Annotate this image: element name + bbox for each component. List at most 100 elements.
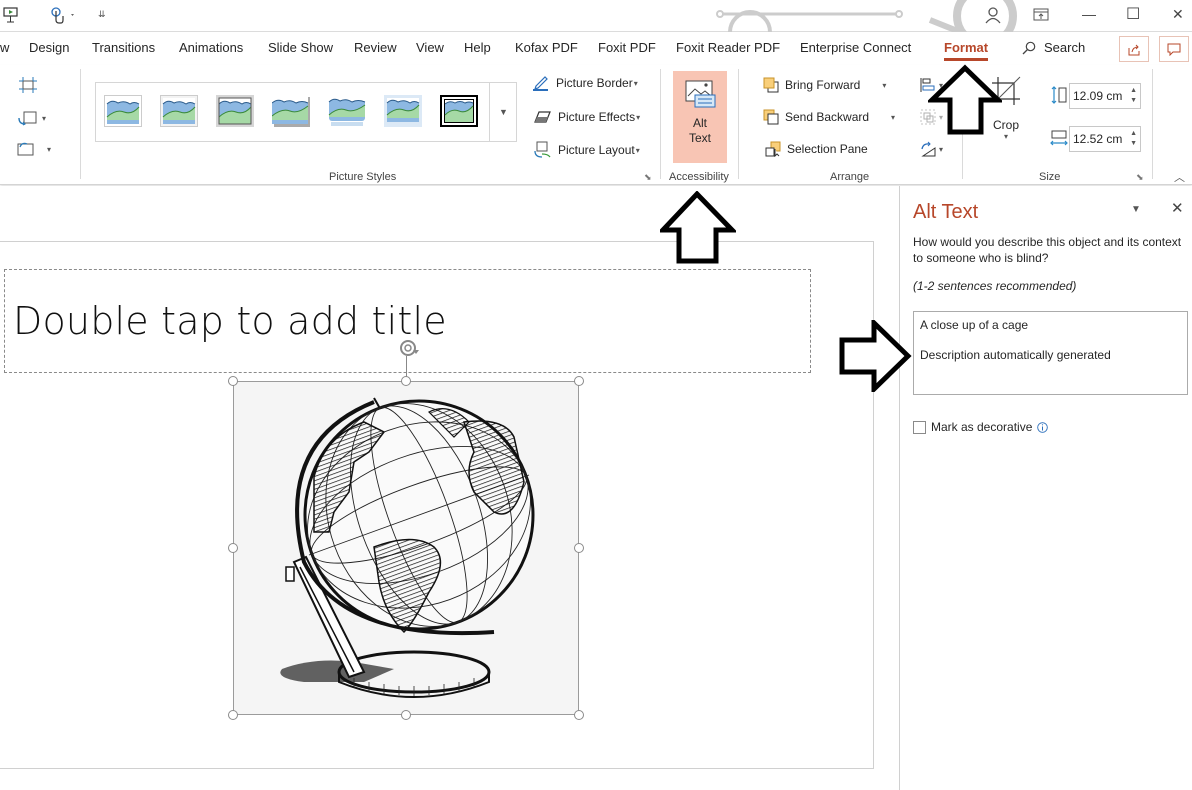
picture-style-3[interactable] xyxy=(216,95,254,127)
picture-effects-label: Picture Effects xyxy=(558,110,636,124)
globe-picture[interactable] xyxy=(233,381,579,715)
picture-border-label: Picture Border xyxy=(556,76,633,90)
resize-handle-top-left[interactable] xyxy=(228,376,238,386)
alt-text-value-line1: A close up of a cage xyxy=(920,318,1029,332)
change-picture-button[interactable]: ▾ xyxy=(18,110,46,126)
alt-text-value-line2: Description automatically generated xyxy=(920,348,1111,362)
tab-slide-show[interactable]: Slide Show xyxy=(268,40,333,55)
tab-foxit-reader-pdf[interactable]: Foxit Reader PDF xyxy=(676,40,780,55)
rotate-icon xyxy=(921,141,936,157)
annotation-arrow-up-alt-text xyxy=(660,191,736,264)
picture-style-1[interactable] xyxy=(104,95,142,127)
height-spinner-icon[interactable]: ▲ ▼ xyxy=(1130,86,1137,106)
customize-toolbar-icon[interactable]: ⇊ xyxy=(98,9,106,20)
share-icon xyxy=(1128,44,1140,55)
tab-foxit-pdf[interactable]: Foxit PDF xyxy=(598,40,656,55)
bring-forward-icon xyxy=(763,77,779,93)
picture-border-button[interactable]: Picture Border ▾ xyxy=(532,75,638,91)
collapse-ribbon-icon[interactable]: ︿ xyxy=(1174,169,1185,185)
tab-enterprise-connect[interactable]: Enterprise Connect xyxy=(800,40,911,55)
send-backward-label: Send Backward xyxy=(785,110,870,124)
shape-width-input[interactable]: 12.52 cm ▲ ▼ xyxy=(1069,126,1141,152)
resize-handle-bottom-right[interactable] xyxy=(574,710,584,720)
tab-design[interactable]: Design xyxy=(29,40,69,55)
rotate-button[interactable]: ▾ xyxy=(920,141,943,157)
shape-height-icon xyxy=(1050,86,1068,109)
comments-button[interactable] xyxy=(1159,36,1189,62)
ribbon: ▾ ▾ ▼ Picture Border ▾ Picture Effects ▾ P… xyxy=(0,65,1192,185)
alt-text-question: How would you describe this object and i… xyxy=(913,235,1182,265)
tab-help[interactable]: Help xyxy=(464,40,491,55)
slide-editing-area: Double tap to add title xyxy=(0,186,899,790)
resize-handle-left[interactable] xyxy=(228,543,238,553)
picture-style-5[interactable] xyxy=(328,95,366,127)
alt-text-pane-title: Alt Text xyxy=(913,201,979,223)
alt-text-icon xyxy=(685,80,716,108)
resize-handle-right[interactable] xyxy=(574,543,584,553)
alt-text-input[interactable]: A close up of a cage Description automat… xyxy=(913,311,1188,395)
resize-handle-top-right[interactable] xyxy=(574,376,584,386)
compress-pictures-icon[interactable] xyxy=(19,77,37,98)
accessibility-group-label: Accessibility xyxy=(669,171,729,183)
tab-view-partial[interactable]: w xyxy=(0,40,9,55)
tab-review[interactable]: Review xyxy=(354,40,397,55)
send-backward-button[interactable]: Send Backward ▾ xyxy=(763,109,895,125)
rotate-handle-icon[interactable] xyxy=(397,338,421,365)
alt-text-button[interactable]: Alt Text xyxy=(673,71,727,163)
picture-style-4[interactable] xyxy=(272,95,310,127)
tab-transitions[interactable]: Transitions xyxy=(92,40,155,55)
width-spinner-icon[interactable]: ▲ ▼ xyxy=(1130,129,1137,149)
selection-pane-button[interactable]: Selection Pane xyxy=(765,141,868,157)
tab-kofax-pdf[interactable]: Kofax PDF xyxy=(515,40,578,55)
search-icon xyxy=(1022,41,1036,54)
pane-options-icon[interactable]: ▼ xyxy=(1131,204,1141,215)
bring-forward-button[interactable]: Bring Forward ▾ xyxy=(763,77,886,93)
alt-text-hint: (1-2 sentences recommended) xyxy=(913,279,1077,293)
picture-layout-icon xyxy=(534,141,551,158)
alt-text-pane: Alt Text ▼ ✕ How would you describe this… xyxy=(899,186,1192,790)
picture-style-6[interactable] xyxy=(384,95,422,127)
size-group-label: Size xyxy=(1039,171,1061,183)
alt-text-label-line2: Text xyxy=(688,131,711,145)
reset-picture-icon xyxy=(17,142,34,156)
separator xyxy=(660,69,661,179)
share-button[interactable] xyxy=(1119,36,1149,62)
tab-format[interactable]: Format xyxy=(944,40,989,61)
shape-width-icon xyxy=(1050,129,1068,152)
touch-mouse-mode-icon[interactable] xyxy=(50,6,78,29)
mark-decorative-checkbox[interactable] xyxy=(913,420,926,434)
search-label: Search xyxy=(1044,40,1086,55)
person-icon[interactable] xyxy=(984,6,1002,29)
shape-height-input[interactable]: 12.09 cm ▲ ▼ xyxy=(1069,83,1141,109)
ribbon-display-options-icon[interactable] xyxy=(1033,8,1049,27)
shape-width-value: 12.52 cm xyxy=(1073,132,1123,146)
start-presentation-icon[interactable] xyxy=(3,6,19,29)
change-picture-icon xyxy=(18,111,37,126)
gallery-more-button[interactable]: ▼ xyxy=(489,82,517,142)
pane-close-icon[interactable]: ✕ xyxy=(1171,199,1184,217)
pen-border-icon xyxy=(533,76,548,91)
minimize-button[interactable]: — xyxy=(1082,6,1096,22)
search-button[interactable]: Search xyxy=(1022,40,1085,55)
mark-decorative-label[interactable]: Mark as decorative xyxy=(931,420,1032,434)
reset-picture-button[interactable]: ▾ xyxy=(17,141,51,157)
resize-handle-bottom[interactable] xyxy=(401,710,411,720)
picture-effects-button[interactable]: Picture Effects ▾ xyxy=(534,110,640,124)
arrange-group-label: Arrange xyxy=(830,171,870,183)
picture-layout-button[interactable]: Picture Layout ▾ xyxy=(534,141,640,159)
dialog-launcher-icon[interactable]: ⬊ xyxy=(644,172,652,183)
picture-style-7[interactable] xyxy=(440,95,478,127)
separator xyxy=(738,69,739,179)
maximize-button[interactable]: ☐ xyxy=(1126,4,1140,24)
size-dialog-launcher-icon[interactable]: ⬊ xyxy=(1136,172,1144,183)
resize-handle-top[interactable] xyxy=(401,376,411,386)
resize-handle-bottom-left[interactable] xyxy=(228,710,238,720)
separator xyxy=(80,69,81,179)
tab-animations[interactable]: Animations xyxy=(179,40,243,55)
close-button[interactable]: ✕ xyxy=(1172,6,1184,23)
title-placeholder-text: Double tap to add title xyxy=(13,299,447,343)
tab-view[interactable]: View xyxy=(416,40,444,55)
annotation-arrow-up-format xyxy=(928,64,1002,135)
picture-style-2[interactable] xyxy=(160,95,198,127)
info-icon[interactable] xyxy=(1037,421,1049,433)
